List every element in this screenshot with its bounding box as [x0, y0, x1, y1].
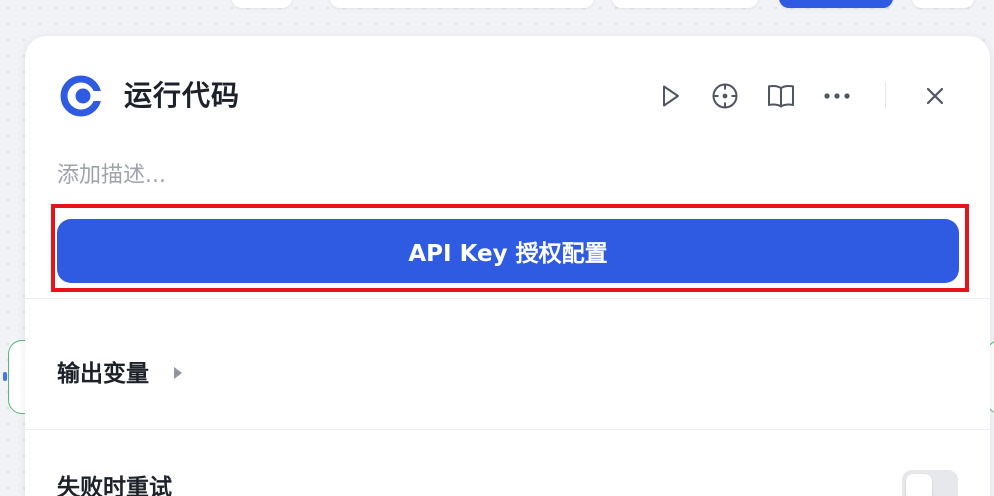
retry-on-failure-title: 失败时重试 [57, 475, 172, 496]
run-button[interactable] [654, 80, 686, 112]
more-options-button[interactable] [821, 80, 853, 112]
node-connection-port[interactable] [3, 372, 7, 381]
book-icon [768, 84, 794, 108]
description-input[interactable]: 添加描述... [57, 160, 166, 192]
close-icon [926, 87, 944, 105]
toggle-knob [906, 474, 932, 496]
canvas-toolbar-primary-pill[interactable] [779, 0, 893, 8]
more-icon [824, 93, 850, 99]
toolbar-divider [885, 82, 886, 108]
expand-arrow-icon[interactable] [174, 367, 182, 379]
canvas-toolbar-pill[interactable] [232, 0, 292, 8]
canvas-toolbar-pill[interactable] [612, 0, 758, 8]
close-button[interactable] [919, 80, 951, 112]
docs-button[interactable] [765, 80, 797, 112]
section-divider [25, 298, 990, 299]
code-node-icon [60, 75, 104, 117]
section-divider [25, 429, 990, 430]
retry-toggle[interactable] [902, 470, 958, 496]
canvas-toolbar-pill[interactable] [912, 0, 974, 8]
locate-node-button[interactable] [709, 80, 741, 112]
output-variables-title[interactable]: 输出变量 [57, 358, 149, 390]
target-icon [712, 83, 738, 109]
node-config-panel: 运行代码 添加描述... API Key 授权配置 输出变量 失败时重试 [25, 36, 990, 496]
play-icon [663, 85, 679, 107]
api-key-auth-button[interactable]: API Key 授权配置 [57, 219, 959, 283]
node-title[interactable]: 运行代码 [124, 77, 240, 115]
canvas-toolbar-pill[interactable] [330, 0, 594, 8]
